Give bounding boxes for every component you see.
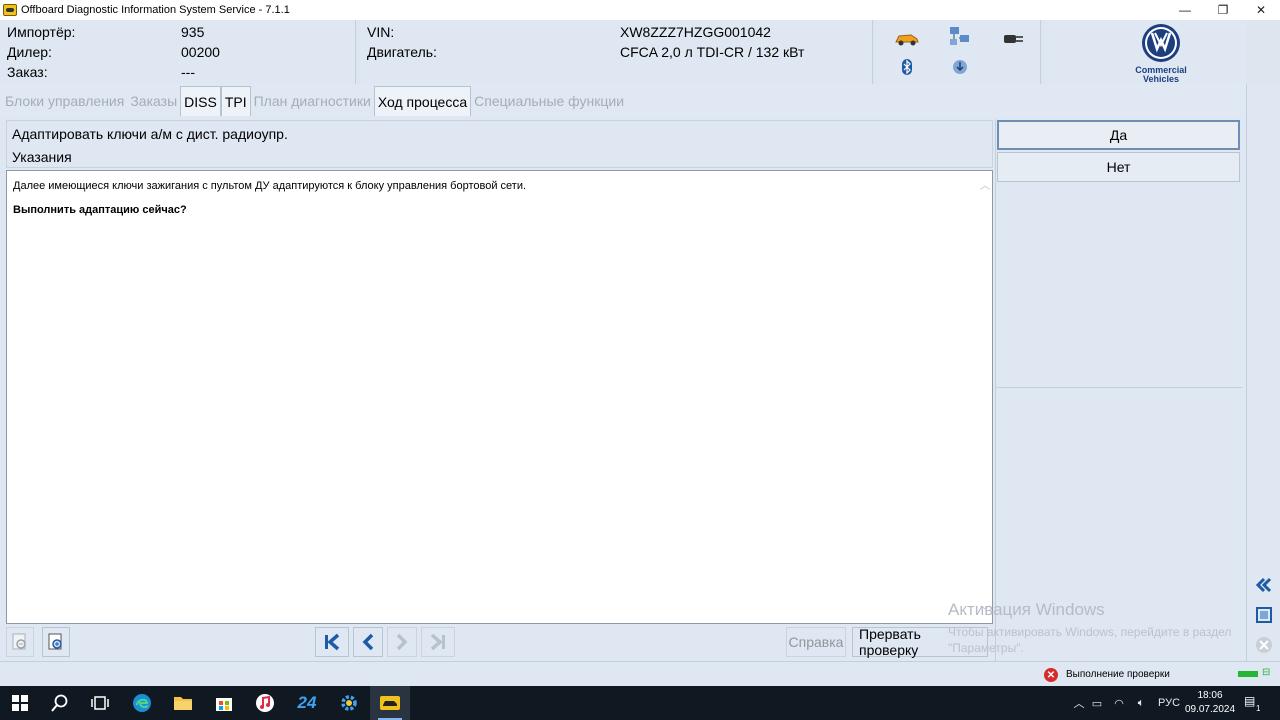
- side-tools: [1246, 84, 1280, 661]
- clock[interactable]: 18:06 09.07.2024: [1180, 689, 1240, 717]
- next-icon[interactable]: [387, 627, 417, 657]
- connection-icon: ⊟: [1262, 667, 1271, 678]
- wifi-icon[interactable]: ◠: [1108, 697, 1130, 710]
- collapse-left-icon[interactable]: [1251, 572, 1277, 598]
- odis-taskbar-icon[interactable]: [370, 686, 410, 720]
- tab-diagnostic-plan[interactable]: План диагностики: [251, 86, 374, 116]
- tab-tpi[interactable]: TPI: [220, 86, 251, 116]
- panel-divider: [996, 387, 1242, 388]
- volume-icon[interactable]: 🔈︎: [1130, 697, 1152, 710]
- close-button[interactable]: ✕: [1242, 0, 1280, 20]
- yes-button[interactable]: Да: [997, 120, 1240, 150]
- window-frame-icon[interactable]: [1251, 602, 1277, 628]
- section-heading: Указания: [12, 149, 72, 165]
- engine-value: CFCA 2,0 л TDI-CR / 132 кВт: [620, 44, 805, 60]
- main-tabs: Блоки управления Заказы DISS TPI План ди…: [0, 84, 1246, 116]
- tab-orders[interactable]: Заказы: [127, 86, 180, 116]
- procedure-info-panel: Адаптировать ключи а/м с дист. радиоупр.…: [6, 120, 993, 168]
- help-button[interactable]: Справка: [786, 627, 846, 657]
- vw-logo: [1142, 24, 1180, 62]
- dealer-label: Дилер:: [7, 44, 52, 60]
- answer-panel: Да Нет: [995, 119, 1242, 661]
- engine-label: Двигатель:: [367, 44, 437, 60]
- tab-special-functions[interactable]: Специальные функции: [471, 86, 627, 116]
- diagnostic-plug-icon[interactable]: [998, 28, 1028, 50]
- progress-indicator: [1238, 671, 1258, 677]
- title-bar: Offboard Diagnostic Information System S…: [0, 0, 1280, 20]
- importer-value: 935: [181, 24, 205, 40]
- brand-box: Commercial Vehicles: [1045, 20, 1246, 84]
- first-page-icon[interactable]: [315, 627, 349, 657]
- windows-taskbar: 24 ︿ ▭ ◠ 🔈︎ РУС 18:06 09.07.2024 ▤ 1: [0, 686, 1280, 720]
- dealer-value: 00200: [181, 44, 220, 60]
- app-24-icon[interactable]: 24: [287, 686, 327, 720]
- tab-diss[interactable]: DISS: [180, 86, 221, 116]
- vehicle-info-box: VIN: XW8ZZZ7HZGG001042 Двигатель: CFCA 2…: [360, 20, 873, 84]
- tab-control-units[interactable]: Блоки управления: [2, 86, 127, 116]
- previous-icon[interactable]: [353, 627, 383, 657]
- vin-value: XW8ZZZ7HZGG001042: [620, 24, 771, 40]
- system-tray: ︿ ▭ ◠ 🔈︎ РУС: [1072, 686, 1181, 720]
- zoom-in-icon[interactable]: [42, 627, 70, 657]
- brand-line2: Vehicles: [1142, 74, 1180, 84]
- status-text: Выполнение проверки: [1066, 669, 1170, 680]
- clock-time: 18:06: [1197, 690, 1223, 701]
- cancel-icon[interactable]: [1251, 632, 1277, 658]
- tab-process[interactable]: Ход процесса: [373, 86, 472, 116]
- status-bar: ✕ Выполнение проверки ⊟: [0, 661, 1280, 686]
- task-view-icon[interactable]: [80, 686, 120, 720]
- clock-date: 09.07.2024: [1184, 704, 1236, 715]
- network-icon[interactable]: [945, 26, 975, 48]
- music-app-icon[interactable]: [245, 686, 285, 720]
- order-label: Заказ:: [7, 64, 48, 80]
- last-page-icon[interactable]: [421, 627, 455, 657]
- notifications-icon[interactable]: ▤: [1244, 694, 1264, 712]
- vehicle-header: Импортёр: 935 Дилер: 00200 Заказ: --- VI…: [0, 20, 1280, 84]
- vehicle-icon[interactable]: [892, 28, 922, 50]
- window-title: Offboard Diagnostic Information System S…: [21, 4, 290, 16]
- instructions-textarea[interactable]: Далее имеющиеся ключи зажигания с пульто…: [6, 170, 993, 624]
- odis-app-icon: [3, 4, 17, 16]
- search-icon[interactable]: [40, 686, 80, 720]
- settings-gear-icon[interactable]: [329, 686, 369, 720]
- no-button[interactable]: Нет: [997, 152, 1240, 182]
- zoom-out-icon[interactable]: [6, 627, 34, 657]
- scroll-up-icon[interactable]: ︿: [980, 177, 990, 192]
- importer-label: Импортёр:: [7, 24, 76, 40]
- instruction-question: Выполнить адаптацию сейчас?: [13, 204, 187, 216]
- start-icon[interactable]: [0, 686, 40, 720]
- error-icon: ✕: [1044, 668, 1058, 682]
- order-value: ---: [181, 64, 195, 80]
- bluetooth-icon[interactable]: [892, 56, 922, 78]
- minimize-button[interactable]: —: [1166, 0, 1204, 20]
- abort-test-button[interactable]: Прервать проверку: [852, 626, 988, 658]
- store-icon[interactable]: [204, 686, 244, 720]
- notification-count: 1: [1256, 704, 1261, 713]
- scroll-down-icon[interactable]: ﹀: [980, 602, 990, 617]
- battery-icon[interactable]: ▭: [1086, 697, 1108, 710]
- tray-chevron-icon[interactable]: ︿: [1072, 695, 1086, 711]
- instruction-text: Далее имеющиеся ключи зажигания с пульто…: [13, 180, 527, 192]
- maximize-button[interactable]: ❐: [1204, 0, 1242, 20]
- language-indicator[interactable]: РУС: [1158, 697, 1180, 709]
- file-explorer-icon[interactable]: [163, 686, 203, 720]
- status-icons-box: [877, 20, 1041, 84]
- bottom-toolbar: Справка Прервать проверку: [0, 625, 994, 659]
- procedure-title: Адаптировать ключи а/м с дист. радиоупр.: [12, 126, 288, 142]
- vin-label: VIN:: [367, 24, 395, 40]
- edge-icon[interactable]: [122, 686, 162, 720]
- info-download-icon[interactable]: [945, 56, 975, 78]
- dealer-info-box: Импортёр: 935 Дилер: 00200 Заказ: ---: [0, 20, 356, 84]
